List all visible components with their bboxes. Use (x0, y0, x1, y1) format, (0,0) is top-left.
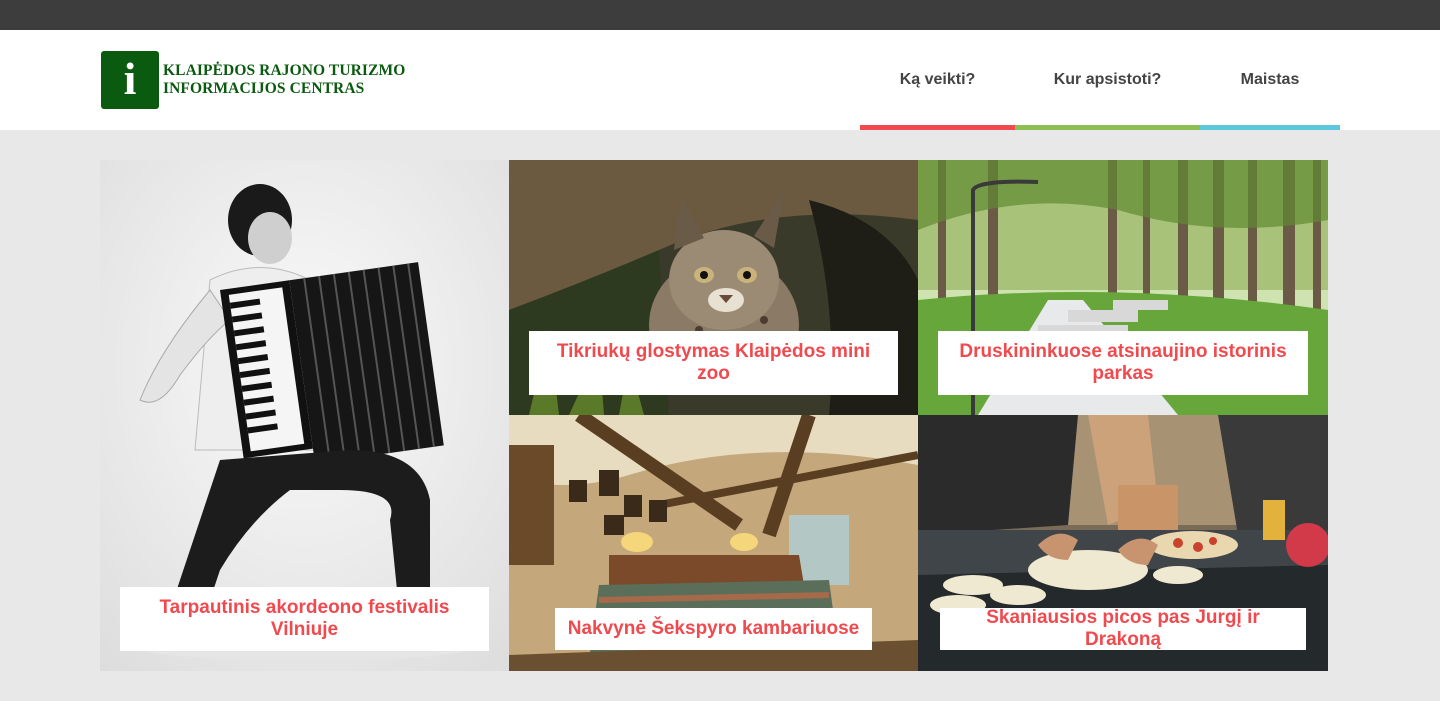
nav-item-kur-apsistoti[interactable]: Kur apsistoti? (1015, 30, 1200, 130)
logo-line-2: INFORMACIJOS CENTRAS (163, 80, 365, 97)
site-header: i KLAIPĖDOS RAJONO TURIZMO INFORMACIJOS … (0, 30, 1440, 130)
tile-druskininkai-park[interactable]: Druskininkuose atsinaujino istorinis par… (918, 160, 1328, 415)
logo-glyph: i (123, 53, 137, 104)
tile-accordion-festival[interactable]: Tarpautinis akordeono festivalis Vilniuj… (100, 160, 509, 671)
info-logo-icon: i (101, 51, 159, 109)
main-nav: Ką veikti? Kur apsistoti? Maistas (860, 30, 1340, 130)
tile-lynx-zoo[interactable]: Tikriukų glostymas Klaipėdos mini zoo (509, 160, 918, 415)
logo-text: KLAIPĖDOS RAJONO TURIZMO INFORMACIJOS CE… (163, 62, 405, 98)
nav-accent-bar (860, 125, 1015, 130)
nav-label: Kur apsistoti? (1053, 71, 1162, 88)
top-dark-bar (0, 0, 1440, 30)
logo-line-1: KLAIPĖDOS RAJONO TURIZMO (163, 62, 406, 79)
tile-caption: Tikriukų glostymas Klaipėdos mini zoo (529, 331, 898, 395)
tile-caption: Tarpautinis akordeono festivalis Vilniuj… (120, 587, 489, 651)
nav-accent-bar (1200, 125, 1340, 130)
tile-caption: Nakvynė Šekspyro kambariuose (555, 608, 872, 650)
nav-accent-bar (1015, 125, 1200, 130)
tile-caption: Skaniausios picos pas Jurgį ir Drakoną (940, 607, 1306, 650)
tile-shakespeare-rooms[interactable]: Nakvynė Šekspyro kambariuose (509, 415, 918, 671)
nav-label: Maistas (1240, 71, 1300, 88)
site-logo[interactable]: i KLAIPĖDOS RAJONO TURIZMO INFORMACIJOS … (101, 51, 405, 109)
tile-pizza[interactable]: Skaniausios picos pas Jurgį ir Drakoną (918, 415, 1328, 671)
featured-grid: Tarpautinis akordeono festivalis Vilniuj… (100, 160, 1328, 671)
tile-caption: Druskininkuose atsinaujino istorinis par… (938, 331, 1308, 395)
nav-item-maistas[interactable]: Maistas (1200, 30, 1340, 130)
nav-item-ka-veikti[interactable]: Ką veikti? (860, 30, 1015, 130)
nav-label: Ką veikti? (899, 71, 976, 88)
